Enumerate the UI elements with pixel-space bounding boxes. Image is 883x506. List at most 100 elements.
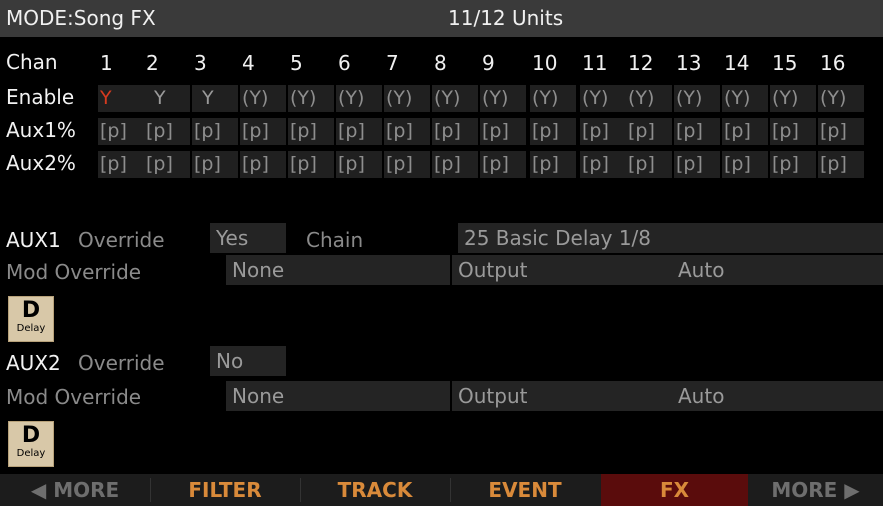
aux2-percent-cell-8[interactable]: [p] bbox=[432, 151, 478, 178]
aux1-override-field[interactable]: Yes bbox=[210, 223, 286, 253]
channel-number-12: 12 bbox=[628, 51, 654, 75]
channel-number-11: 11 bbox=[582, 51, 608, 75]
aux2-percent-cell-4[interactable]: [p] bbox=[240, 151, 286, 178]
softkey-more-right[interactable]: MORE ▶ bbox=[748, 474, 883, 506]
channel-number-10: 10 bbox=[532, 51, 558, 75]
enable-cell-16[interactable]: (Y) bbox=[818, 85, 864, 112]
delay-icon[interactable]: D Delay bbox=[8, 296, 54, 342]
enable-cell-13[interactable]: (Y) bbox=[674, 85, 720, 112]
units-counter: 11/12 Units bbox=[448, 6, 564, 30]
enable-cell-9[interactable]: (Y) bbox=[480, 85, 526, 112]
softkey-event[interactable]: EVENT bbox=[450, 474, 600, 506]
enable-cell-1[interactable]: Y bbox=[98, 85, 144, 112]
enable-cell-4[interactable]: (Y) bbox=[240, 85, 286, 112]
aux1-percent-cell-8[interactable]: [p] bbox=[432, 118, 478, 145]
softkey-more-left[interactable]: ◀ MORE bbox=[0, 474, 150, 506]
aux1-percent-cell-5[interactable]: [p] bbox=[288, 118, 334, 145]
aux1-percent-cell-2[interactable]: [p] bbox=[144, 118, 190, 145]
channel-number-9: 9 bbox=[482, 51, 495, 75]
softkey-fx[interactable]: FX bbox=[601, 474, 748, 506]
aux2-percent-label: Aux2% bbox=[6, 151, 76, 175]
aux1-mod-override-field[interactable]: None bbox=[226, 255, 450, 285]
chan-label: Chan bbox=[6, 50, 58, 74]
aux2-output-field[interactable]: Auto bbox=[672, 381, 883, 411]
aux1-chain-field[interactable]: 25 Basic Delay 1/8 bbox=[458, 223, 883, 253]
aux2-override-field[interactable]: No bbox=[210, 346, 286, 376]
channel-number-2: 2 bbox=[146, 51, 159, 75]
enable-cell-5[interactable]: (Y) bbox=[288, 85, 334, 112]
aux2-percent-cell-9[interactable]: [p] bbox=[480, 151, 526, 178]
aux1-percent-cell-9[interactable]: [p] bbox=[480, 118, 526, 145]
channel-number-3: 3 bbox=[194, 51, 207, 75]
aux2-percent-cell-12[interactable]: [p] bbox=[626, 151, 672, 178]
aux1-mod-override-label: Mod Override bbox=[6, 260, 142, 284]
aux1-percent-cell-15[interactable]: [p] bbox=[770, 118, 816, 145]
aux2-override-label: Override bbox=[78, 351, 165, 375]
aux2-output-label: Output bbox=[452, 381, 672, 411]
softkey-filter[interactable]: FILTER bbox=[150, 474, 300, 506]
aux2-mod-override-label: Mod Override bbox=[6, 385, 142, 409]
aux2-percent-cell-13[interactable]: [p] bbox=[674, 151, 720, 178]
aux1-percent-cell-14[interactable]: [p] bbox=[722, 118, 768, 145]
channel-number-8: 8 bbox=[434, 51, 447, 75]
enable-cell-7[interactable]: (Y) bbox=[384, 85, 430, 112]
enable-cell-15[interactable]: (Y) bbox=[770, 85, 816, 112]
aux1-chain-label: Chain bbox=[306, 228, 364, 252]
delay-icon-letter: D bbox=[21, 423, 41, 448]
aux1-percent-cell-11[interactable]: [p] bbox=[580, 118, 626, 145]
enable-cell-3[interactable]: Y bbox=[192, 85, 238, 112]
delay-icon-caption: Delay bbox=[16, 323, 46, 334]
aux1-percent-cell-7[interactable]: [p] bbox=[384, 118, 430, 145]
channel-number-1: 1 bbox=[100, 51, 113, 75]
softkey-bar: ◀ MORE FILTER TRACK EVENT FX MORE ▶ bbox=[0, 474, 883, 506]
aux1-percent-label: Aux1% bbox=[6, 118, 76, 142]
aux2-percent-cell-2[interactable]: [p] bbox=[144, 151, 190, 178]
aux2-percent-cell-6[interactable]: [p] bbox=[336, 151, 382, 178]
aux2-percent-cell-7[interactable]: [p] bbox=[384, 151, 430, 178]
title-bar: MODE:Song FX 11/12 Units bbox=[0, 0, 883, 37]
aux1-percent-cell-4[interactable]: [p] bbox=[240, 118, 286, 145]
delay-icon-letter: D bbox=[21, 298, 41, 323]
mode-title: MODE:Song FX bbox=[6, 6, 156, 30]
enable-cell-8[interactable]: (Y) bbox=[432, 85, 478, 112]
aux1-percent-cell-16[interactable]: [p] bbox=[818, 118, 864, 145]
channel-number-14: 14 bbox=[724, 51, 750, 75]
aux2-mod-override-field[interactable]: None bbox=[226, 381, 450, 411]
enable-label: Enable bbox=[6, 85, 75, 109]
aux1-percent-cell-3[interactable]: [p] bbox=[192, 118, 238, 145]
aux2-label: AUX2 bbox=[6, 351, 61, 375]
delay-icon-caption: Delay bbox=[16, 448, 46, 459]
aux2-percent-cell-11[interactable]: [p] bbox=[580, 151, 626, 178]
aux1-percent-cell-6[interactable]: [p] bbox=[336, 118, 382, 145]
channel-number-13: 13 bbox=[676, 51, 702, 75]
aux1-output-label: Output bbox=[452, 255, 672, 285]
enable-cell-10[interactable]: (Y) bbox=[530, 85, 576, 112]
channel-number-4: 4 bbox=[242, 51, 255, 75]
channel-number-6: 6 bbox=[338, 51, 351, 75]
channel-number-16: 16 bbox=[820, 51, 846, 75]
channel-number-15: 15 bbox=[772, 51, 798, 75]
aux1-override-label: Override bbox=[78, 228, 165, 252]
aux2-percent-cell-10[interactable]: [p] bbox=[530, 151, 576, 178]
aux1-percent-cell-10[interactable]: [p] bbox=[530, 118, 576, 145]
aux1-label: AUX1 bbox=[6, 228, 61, 252]
enable-cell-2[interactable]: Y bbox=[144, 85, 190, 112]
aux2-percent-cell-5[interactable]: [p] bbox=[288, 151, 334, 178]
delay-icon[interactable]: D Delay bbox=[8, 421, 54, 467]
enable-cell-11[interactable]: (Y) bbox=[580, 85, 626, 112]
enable-cell-12[interactable]: (Y) bbox=[626, 85, 672, 112]
aux2-percent-cell-15[interactable]: [p] bbox=[770, 151, 816, 178]
aux2-percent-cell-1[interactable]: [p] bbox=[98, 151, 144, 178]
aux2-percent-cell-16[interactable]: [p] bbox=[818, 151, 864, 178]
aux2-percent-cell-14[interactable]: [p] bbox=[722, 151, 768, 178]
aux2-percent-cell-3[interactable]: [p] bbox=[192, 151, 238, 178]
softkey-track[interactable]: TRACK bbox=[300, 474, 450, 506]
aux1-percent-cell-13[interactable]: [p] bbox=[674, 118, 720, 145]
enable-cell-6[interactable]: (Y) bbox=[336, 85, 382, 112]
aux1-percent-cell-12[interactable]: [p] bbox=[626, 118, 672, 145]
channel-number-5: 5 bbox=[290, 51, 303, 75]
aux1-percent-cell-1[interactable]: [p] bbox=[98, 118, 144, 145]
aux1-output-field[interactable]: Auto bbox=[672, 255, 883, 285]
channel-number-7: 7 bbox=[386, 51, 399, 75]
enable-cell-14[interactable]: (Y) bbox=[722, 85, 768, 112]
